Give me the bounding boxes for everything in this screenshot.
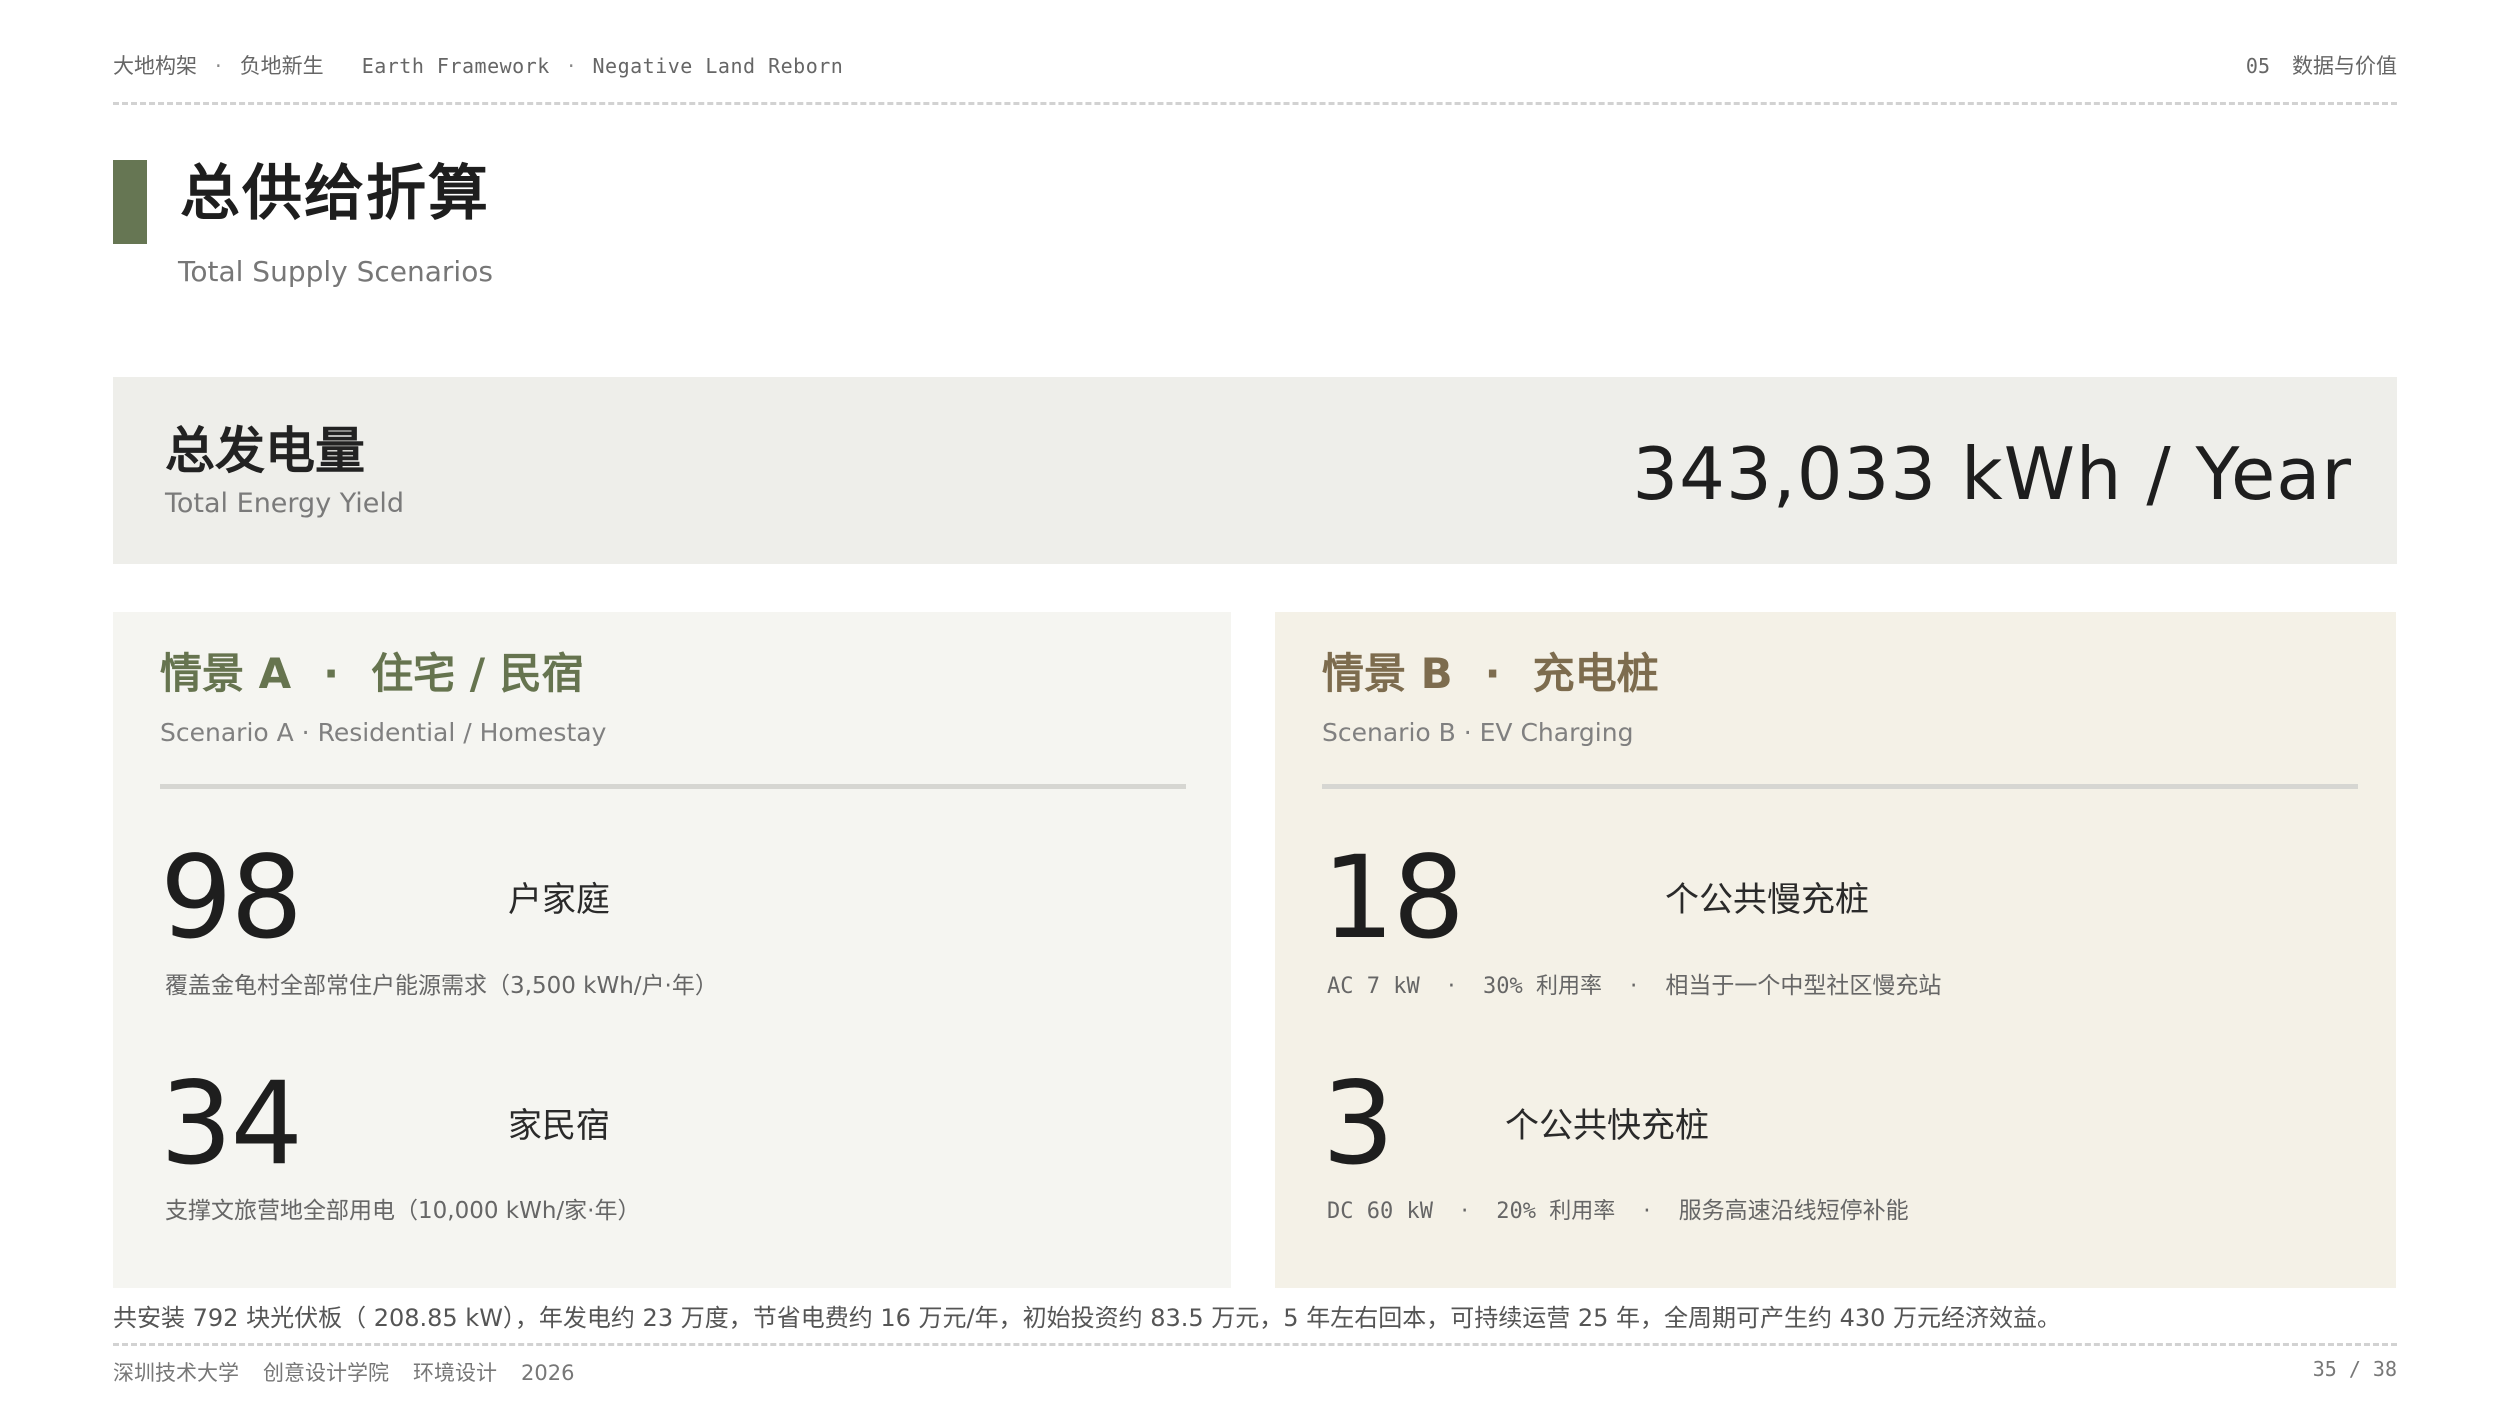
scenario-b-divider xyxy=(1322,784,2358,789)
header-en-part1: Earth Framework xyxy=(361,54,550,78)
fast-chargers-number: 3 xyxy=(1322,1057,1395,1190)
footer-major: 环境设计 xyxy=(413,1361,497,1385)
slow-chargers-description: AC 7 kW · 30% 利用率 · 相当于一个中型社区慢充站 xyxy=(1327,970,1941,1003)
header-divider xyxy=(113,102,2397,105)
scenario-b-title-name: 充电桩 xyxy=(1532,649,1659,698)
header-project-title: 大地构架 · 负地新生 Earth Framework · Negative Land R… xyxy=(113,50,843,80)
fast-charger-note: 服务高速沿线短停补能 xyxy=(1678,1198,1909,1224)
homestays-description: 支撑文旅营地全部用电（10,000 kWh/家·年） xyxy=(165,1198,641,1224)
scenario-a-title-name: 住宅 / 民宿 xyxy=(371,649,584,698)
households-description: 覆盖金龟村全部常住户能源需求（3,500 kWh/户·年） xyxy=(165,973,718,999)
footer-university: 深圳技术大学 xyxy=(113,1361,239,1385)
slow-charger-utilization: 30% 利用率 xyxy=(1483,974,1603,999)
total-yield-label: 总发电量 xyxy=(165,422,365,480)
summary-text: 共安装 792 块光伏板（ 208.85 kW），年发电约 23 万度，节省电费… xyxy=(113,1304,2062,1332)
scenario-b-title: 情景 B · 充电桩 xyxy=(1322,644,1659,704)
scenario-b-title-dot: · xyxy=(1484,649,1501,698)
header-cn-part1: 大地构架 xyxy=(113,54,197,78)
scenario-a-divider xyxy=(160,784,1186,789)
slow-chargers-unit: 个公共慢充桩 xyxy=(1665,880,1869,920)
header-cn-part2: 负地新生 xyxy=(239,54,324,78)
scenario-a-title-prefix: 情景 A xyxy=(160,649,292,698)
section-number: 05 xyxy=(2245,54,2270,78)
page-number: 35 / 38 xyxy=(2312,1357,2397,1381)
fast-charger-dot-1: · xyxy=(1460,1198,1469,1224)
scenario-b-card: 情景 B · 充电桩 Scenario B · EV Charging 18 个公共… xyxy=(1275,612,2396,1288)
scenario-b-title-prefix: 情景 B xyxy=(1322,649,1453,698)
footer-year: 2026 xyxy=(521,1361,575,1385)
slow-charger-dot-2: · xyxy=(1630,973,1638,999)
footer-college: 创意设计学院 xyxy=(263,1361,389,1385)
homestays-unit: 家民宿 xyxy=(508,1106,610,1146)
page-footer: 深圳技术大学 创意设计学院 环境设计 2026 35 / 38 xyxy=(113,1357,2397,1387)
total-yield-label-en: Total Energy Yield xyxy=(165,488,405,519)
slow-chargers-number: 18 xyxy=(1322,831,1465,964)
footer-credits: 深圳技术大学 创意设计学院 环境设计 2026 xyxy=(113,1357,598,1387)
slow-charger-note: 相当于一个中型社区慢充站 xyxy=(1665,973,1942,999)
scenario-a-title: 情景 A · 住宅 / 民宿 xyxy=(160,644,584,704)
fast-charger-utilization: 20% 利用率 xyxy=(1496,1199,1616,1224)
page-title: 总供给折算 xyxy=(180,159,490,229)
header-separator-2: · xyxy=(567,54,575,78)
fast-charger-power: DC 60 kW xyxy=(1327,1199,1433,1224)
total-yield-value: 343,033 kWh / Year xyxy=(1632,432,2352,516)
fast-chargers-description: DC 60 kW · 20% 利用率 · 服务高速沿线短停补能 xyxy=(1327,1195,1909,1228)
homestays-number: 34 xyxy=(160,1057,303,1190)
slow-charger-power: AC 7 kW xyxy=(1327,974,1420,999)
slow-charger-dot-1: · xyxy=(1447,973,1456,999)
section-title: 数据与价值 xyxy=(2292,54,2397,78)
scenario-a-card: 情景 A · 住宅 / 民宿 Scenario A · Residential / … xyxy=(113,612,1231,1288)
total-yield-band: 总发电量 Total Energy Yield 343,033 kWh / Ye… xyxy=(113,377,2397,564)
title-accent-bar xyxy=(113,160,147,244)
fast-chargers-unit: 个公共快充桩 xyxy=(1505,1106,1709,1146)
header-section: 05 数据与价值 xyxy=(2246,50,2397,80)
households-number: 98 xyxy=(160,831,303,964)
header-separator: · xyxy=(215,54,222,78)
scenario-a-subtitle: Scenario A · Residential / Homestay xyxy=(160,718,607,747)
households-unit: 户家庭 xyxy=(508,880,610,920)
scenario-a-title-dot: · xyxy=(323,649,340,698)
page-subtitle: Total Supply Scenarios xyxy=(178,255,493,288)
footer-divider xyxy=(113,1343,2397,1346)
fast-charger-dot-2: · xyxy=(1643,1198,1651,1224)
page-header: 大地构架 · 负地新生 Earth Framework · Negative Land R… xyxy=(113,50,2397,80)
header-en-part2: Negative Land Reborn xyxy=(592,54,844,78)
scenario-b-subtitle: Scenario B · EV Charging xyxy=(1322,718,1634,747)
